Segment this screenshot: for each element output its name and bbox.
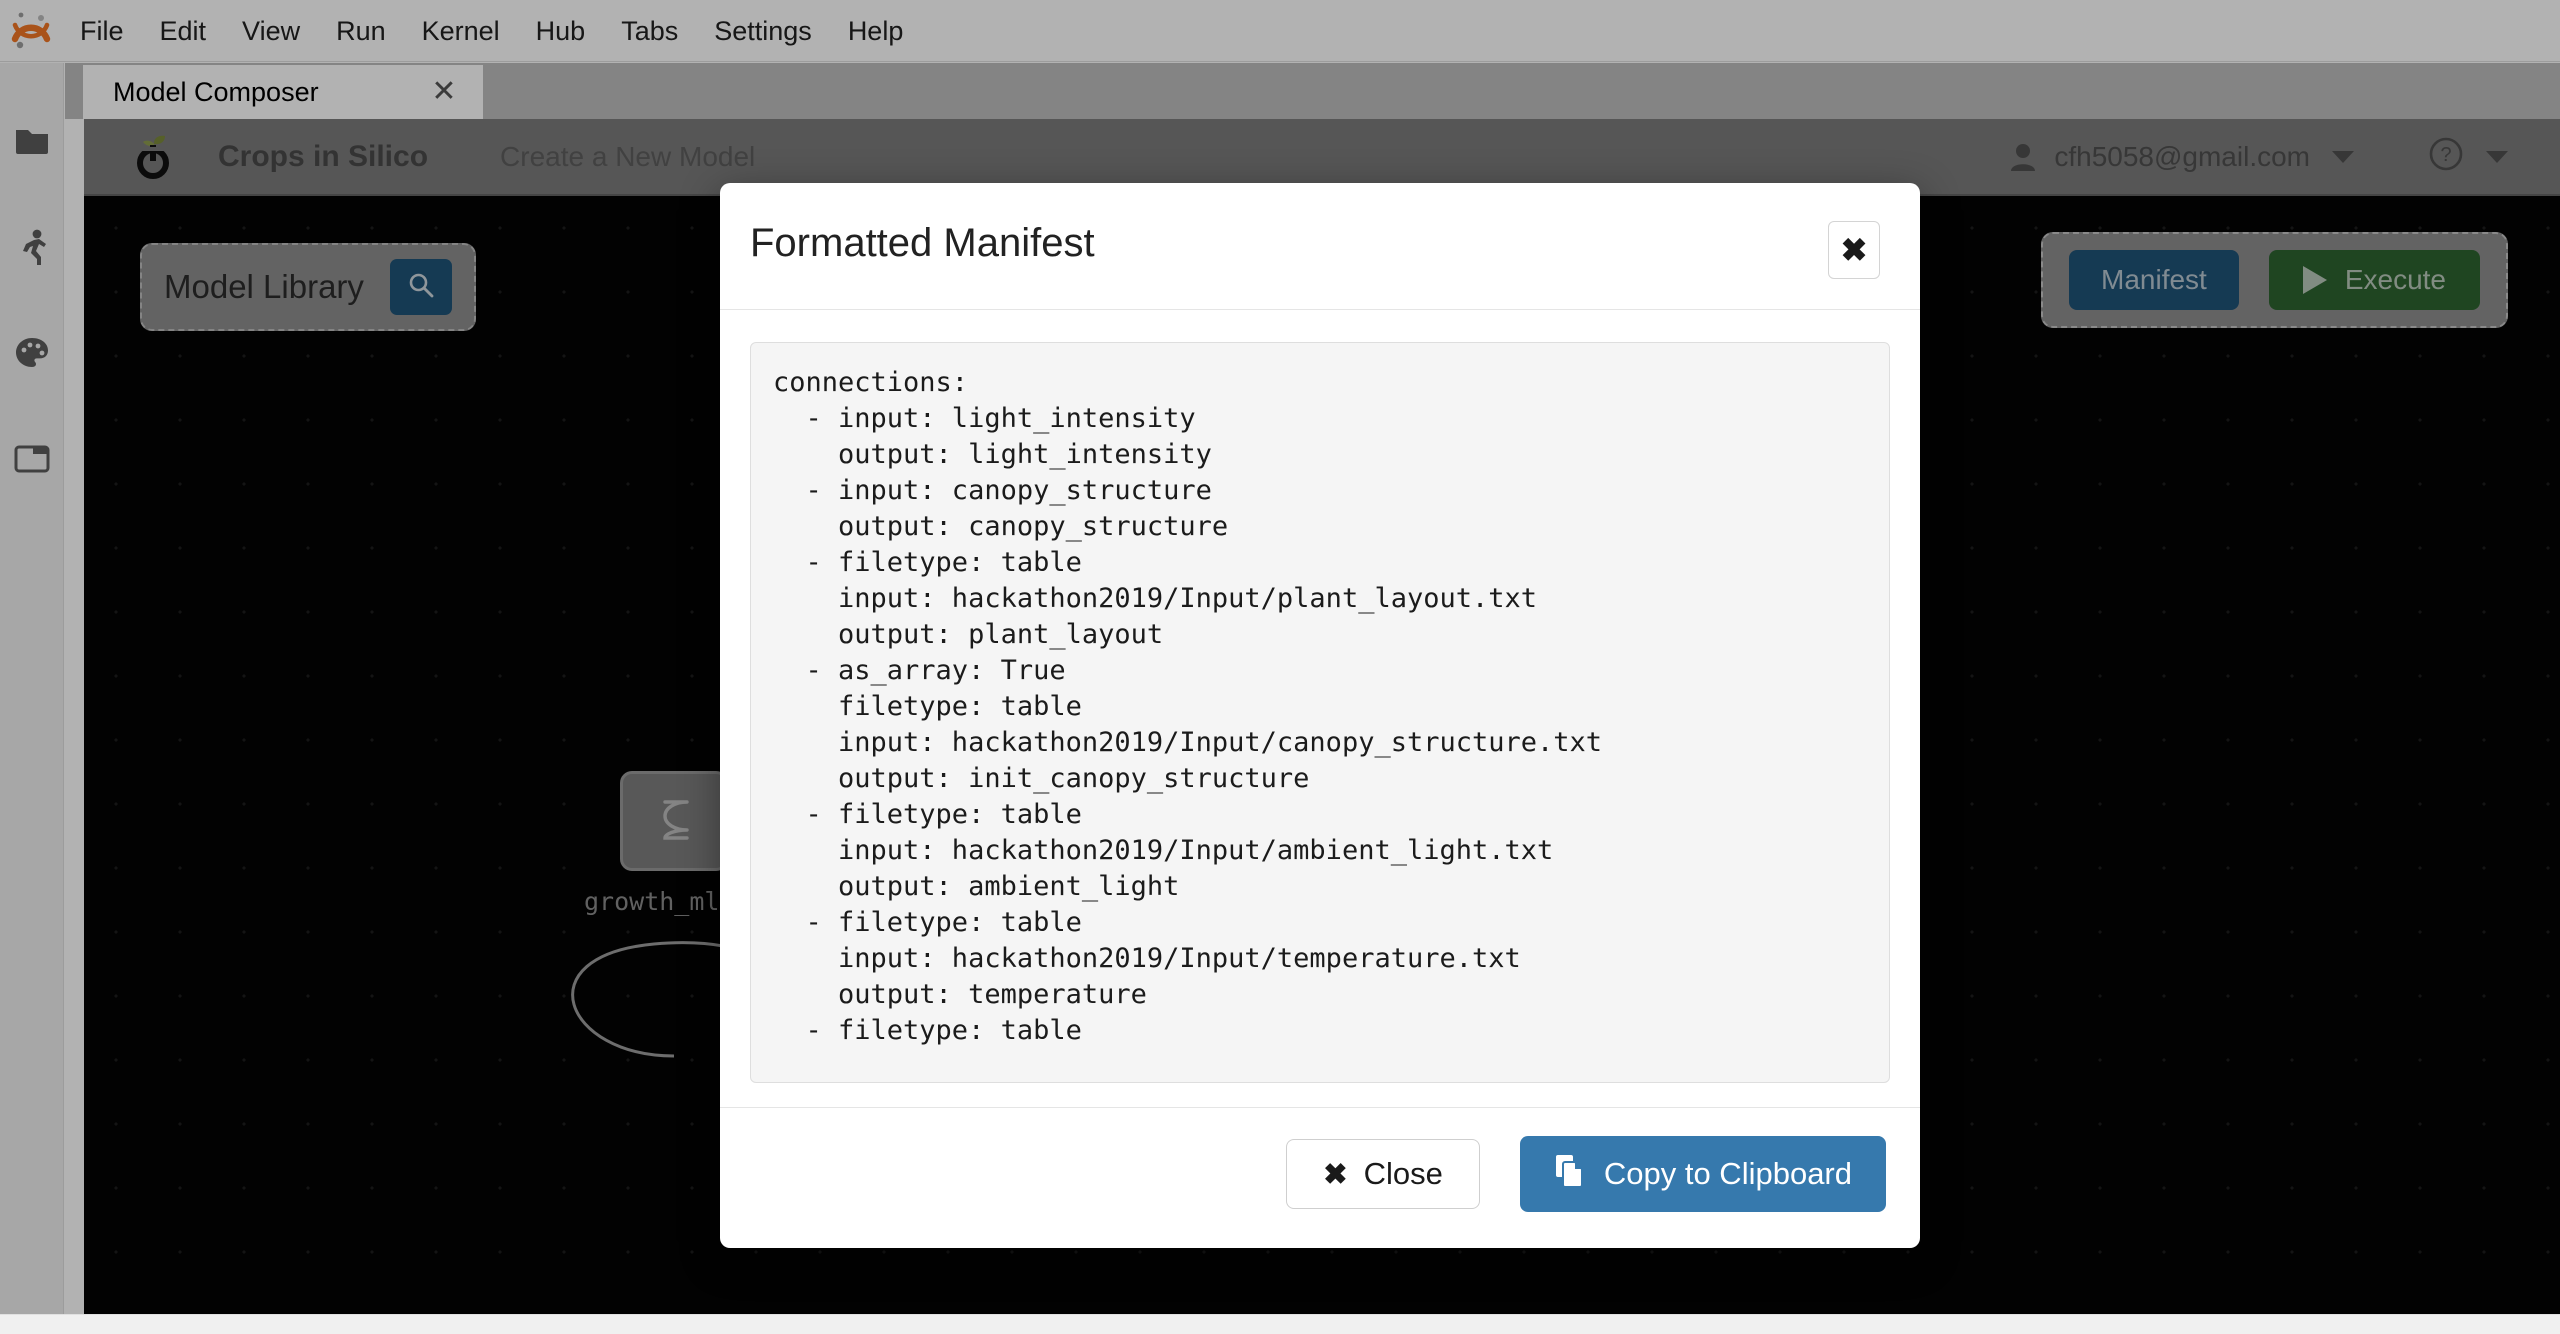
manifest-scroll-area[interactable]: connections: - input: light_intensity ou… [750, 342, 1890, 1083]
close-button[interactable]: ✖ Close [1286, 1139, 1480, 1209]
status-bar [0, 1314, 2560, 1334]
modal-title: Formatted Manifest [750, 221, 1095, 265]
copy-to-clipboard-button[interactable]: Copy to Clipboard [1519, 1136, 1886, 1212]
manifest-text: connections: - input: light_intensity ou… [773, 367, 1603, 1046]
modal-header: Formatted Manifest ✖ [720, 183, 1920, 310]
copy-button-label: Copy to Clipboard [1603, 1156, 1852, 1191]
modal-body: connections: - input: light_intensity ou… [720, 310, 1920, 1107]
close-button-label: Close [1363, 1156, 1443, 1191]
modal-footer: ✖ Close Copy to Clipboard [720, 1107, 1920, 1248]
clipboard-icon [1554, 1153, 1586, 1195]
x-icon: ✖ [1323, 1158, 1348, 1191]
modal-close-icon-button[interactable]: ✖ [1828, 221, 1880, 279]
formatted-manifest-modal: Formatted Manifest ✖ connections: - inpu… [720, 183, 1920, 1248]
